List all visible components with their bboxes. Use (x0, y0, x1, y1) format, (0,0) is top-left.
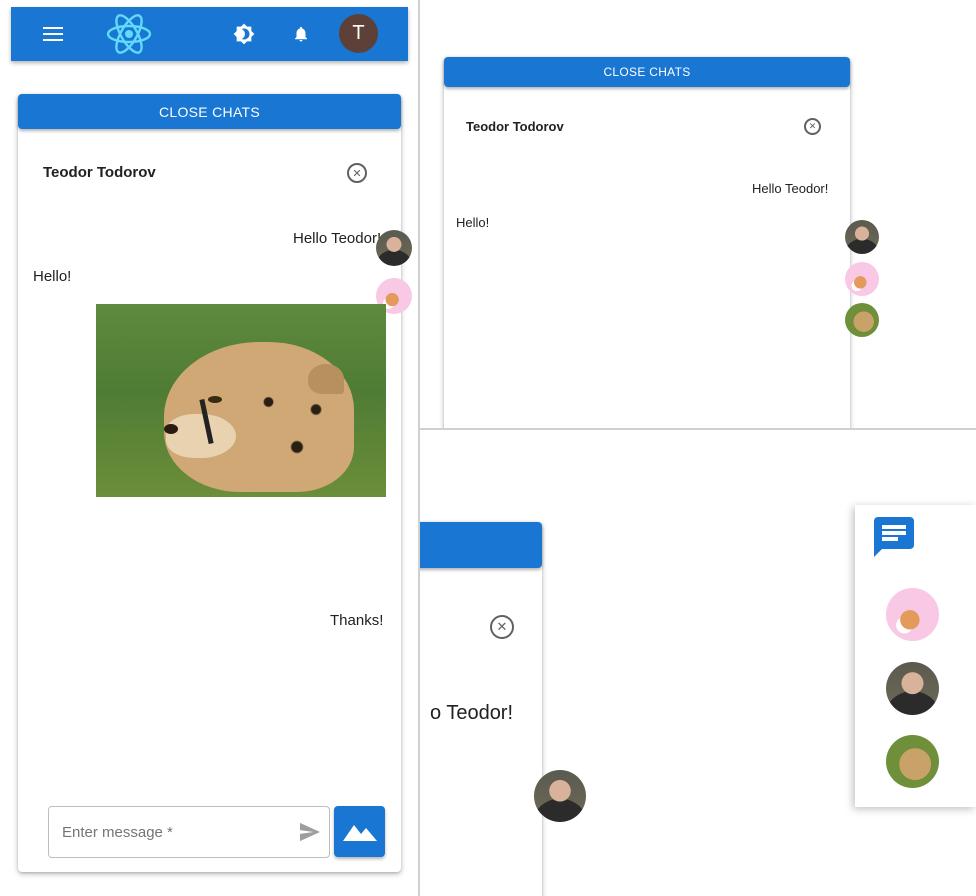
cheetah-photo[interactable] (96, 304, 386, 497)
participant-avatar-man[interactable] (534, 770, 586, 822)
menu-icon[interactable] (39, 7, 67, 61)
close-chat-icon[interactable]: ✕ (804, 118, 821, 135)
send-icon[interactable] (299, 822, 321, 847)
notifications-icon[interactable] (289, 7, 313, 61)
participant-avatar-man (376, 230, 412, 266)
user-avatar[interactable]: T (339, 14, 378, 53)
close-chat-icon[interactable]: ✕ (490, 615, 514, 639)
close-chats-button[interactable]: CLOSE CHATS (18, 94, 401, 129)
close-chats-button[interactable]: CLOSE CHATS (444, 57, 850, 87)
chat-card-compact: CLOSE CHATS Teodor Todorov ✕ (444, 57, 850, 428)
close-chat-icon[interactable]: ✕ (347, 163, 367, 183)
chat-contact-name: Teodor Todorov (466, 119, 564, 134)
participant-avatar-cheetah[interactable] (845, 303, 879, 337)
attach-image-button[interactable] (334, 806, 385, 857)
message-outgoing: Hello Teodor! (293, 230, 382, 247)
message-incoming: Hello! (456, 215, 490, 230)
chat-contact-name: Teodor Todorov (43, 164, 156, 181)
chat-heads-panel (855, 505, 976, 807)
participant-avatar-man[interactable] (845, 220, 879, 254)
brightness-icon[interactable] (231, 7, 257, 61)
chat-head-dog[interactable] (886, 588, 939, 641)
chat-window-zoomed: ✕ o Teodor! (420, 430, 976, 896)
participant-avatar-dog[interactable] (845, 262, 879, 296)
message-input-placeholder: Enter message * (62, 824, 173, 841)
chat-head-man[interactable] (886, 662, 939, 715)
chat-head-cheetah[interactable] (886, 735, 939, 788)
app-bar: T (11, 7, 408, 61)
message-outgoing: Hello Teodor! (752, 181, 829, 196)
message-outgoing-partial: o Teodor! (430, 702, 514, 724)
chat-window-compact: CLOSE CHATS Teodor Todorov ✕ Hello Teodo… (420, 0, 976, 428)
react-logo-icon (103, 7, 155, 61)
message-outgoing-thanks: Thanks! (330, 612, 384, 629)
message-incoming: Hello! (33, 268, 72, 285)
image-icon (342, 817, 377, 846)
close-chats-button-partial[interactable] (420, 522, 542, 568)
chat-bubble-icon[interactable] (870, 513, 918, 566)
chat-window-full: T CLOSE CHATS Teodor Todorov ✕ Hello Teo… (0, 0, 418, 896)
message-input[interactable]: Enter message * (48, 806, 330, 858)
